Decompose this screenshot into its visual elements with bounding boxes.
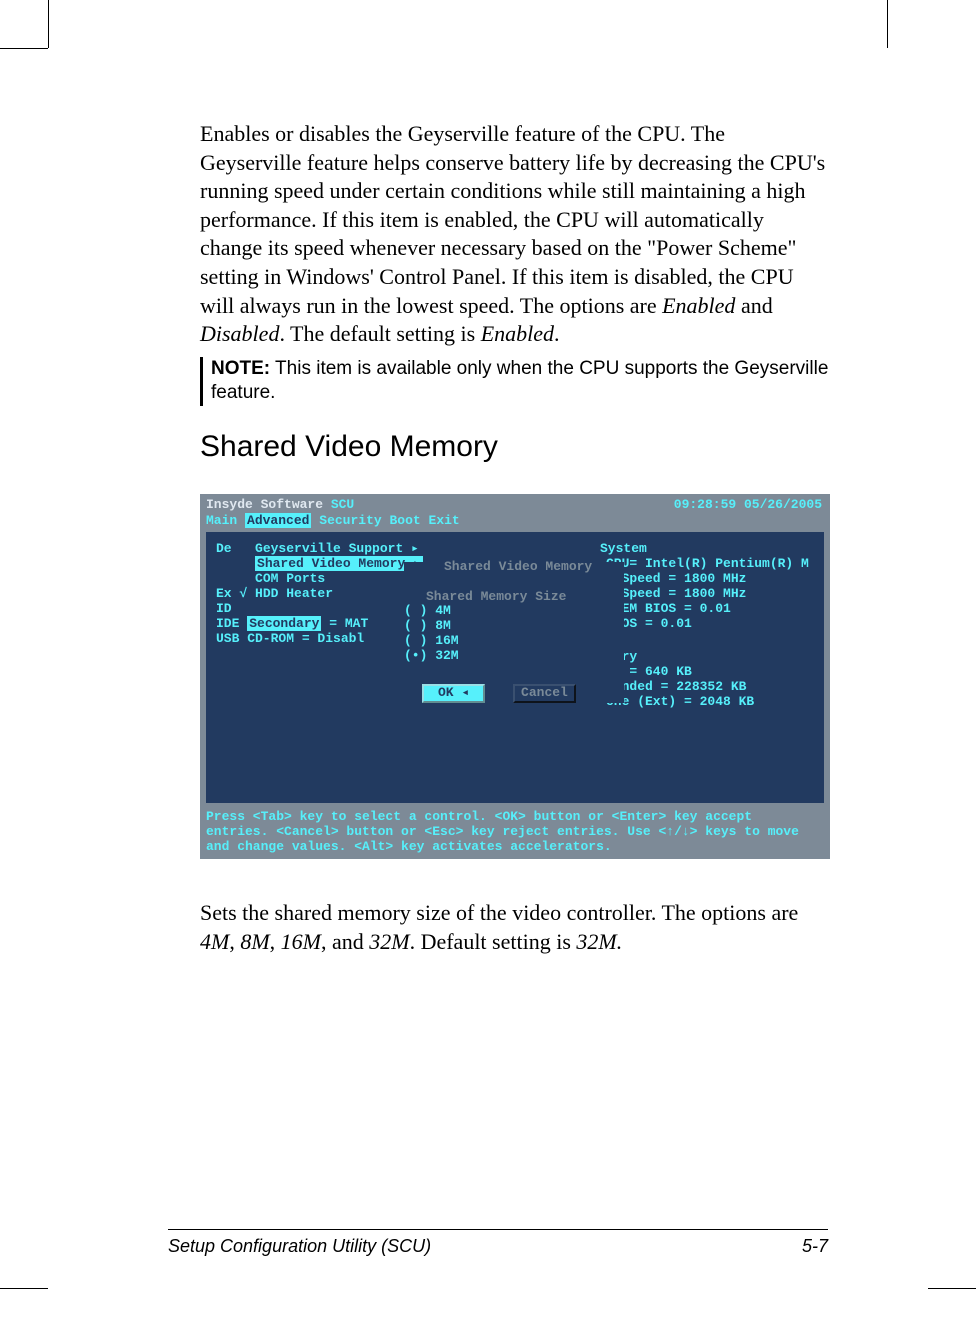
body-paragraph-2: Sets the shared memory size of the video… <box>200 899 830 956</box>
mem-base: se = 640 KB <box>606 665 816 680</box>
ok-button[interactable]: OK ◂ <box>422 684 485 703</box>
footer-rule <box>168 1229 828 1230</box>
menu-main[interactable]: Main <box>206 513 237 528</box>
note-label: NOTE: <box>211 358 270 379</box>
item-secondary[interactable]: Secondary <box>247 616 321 631</box>
item-usb-cdrom[interactable]: USB CD-ROM = Disabl <box>216 631 364 646</box>
sys-bios1: STEM BIOS = 0.01 <box>606 602 816 617</box>
cancel-button[interactable]: Cancel <box>513 684 576 703</box>
mem-ext: tended = 228352 KB <box>606 680 816 695</box>
sys-uspeed: U Speed = 1800 MHz <box>606 587 816 602</box>
menu-advanced[interactable]: Advanced <box>245 513 311 528</box>
popup-subtitle: Shared Memory Size <box>426 590 566 605</box>
option-16m[interactable]: ( ) 16M <box>404 634 624 649</box>
bios-help-text: Press <Tab> key to select a control. <OK… <box>206 810 824 855</box>
bios-title: Insyde Software SCU <box>206 498 354 511</box>
option-4m[interactable]: ( ) 4M <box>404 604 624 619</box>
option-8m[interactable]: ( ) 8M <box>404 619 624 634</box>
bios-clock: 09:28:59 05/26/2005 <box>674 498 822 511</box>
item-hdd-heater[interactable]: √ HDD Heater <box>239 586 333 601</box>
label: ID <box>216 601 232 616</box>
page-number: 5-7 <box>802 1236 828 1257</box>
bios-title-app: SCU <box>323 497 354 512</box>
em-8m: 8M <box>240 929 269 954</box>
note-box: NOTE: This item is available only when t… <box>200 357 830 406</box>
crop-mark <box>887 0 888 48</box>
text: , <box>229 929 240 954</box>
body-paragraph-1: Enables or disables the Geyserville feat… <box>200 120 830 349</box>
sys-cpu: CPU= Intel(R) Pentium(R) M <box>606 557 816 572</box>
em-disabled: Disabled <box>200 321 279 346</box>
em-enabled: Enabled <box>662 293 735 318</box>
footer-line-3: and change values. <Alt> key activates a… <box>206 840 824 855</box>
menu-security[interactable]: Security <box>319 513 381 528</box>
bios-system-panel: System CPU= Intel(R) Pentium(R) M X Spee… <box>606 542 816 632</box>
footer-line-2: entries. <Cancel> button or <Esc> key re… <box>206 825 824 840</box>
text: . The default setting is <box>279 321 480 346</box>
text: , and <box>321 929 369 954</box>
text: . Default setting is <box>410 929 577 954</box>
footer-line-1: Press <Tab> key to select a control. <OK… <box>206 810 824 825</box>
em-32m: 32M <box>369 929 409 954</box>
sys-title: System <box>600 542 816 557</box>
footer-title: Setup Configuration Utility (SCU) <box>168 1236 431 1257</box>
item-com-ports[interactable]: COM Ports <box>255 571 325 586</box>
em-16m: 16M <box>281 929 321 954</box>
label: De <box>216 541 232 556</box>
bios-left-list: De Geyserville Support ▸ Shared Video Me… <box>216 542 423 647</box>
label: Ex <box>216 586 232 601</box>
bios-title-brand: Insyde Software <box>206 497 323 512</box>
item-shared-video-memory[interactable]: Shared Video Memory ▸ <box>255 556 423 571</box>
note-text: This item is available only when the CPU… <box>211 358 828 404</box>
popup-title: Shared Video Memory <box>444 560 592 575</box>
text: . <box>554 321 560 346</box>
crop-mark <box>928 1288 976 1289</box>
menu-exit[interactable]: Exit <box>429 513 460 528</box>
page-footer: Setup Configuration Utility (SCU) 5-7 <box>168 1229 828 1257</box>
em-4m: 4M <box>200 929 229 954</box>
em-32m: 32M. <box>576 929 622 954</box>
mem-cache: che (Ext) = 2048 KB <box>606 695 816 710</box>
option-32m[interactable]: (•) 32M <box>404 649 624 664</box>
mem-title: mory <box>606 650 816 665</box>
text: Enables or disables the Geyserville feat… <box>200 121 825 318</box>
bios-menubar: Main Advanced Security Boot Exit <box>206 514 460 527</box>
heading-shared-video-memory: Shared Video Memory <box>200 430 830 464</box>
label: = MAT <box>329 616 368 631</box>
crop-mark <box>48 0 49 48</box>
bios-main-area: De Geyserville Support ▸ Shared Video Me… <box>206 532 824 803</box>
crop-mark <box>0 48 48 49</box>
text: and <box>735 293 772 318</box>
sys-xspeed: X Speed = 1800 MHz <box>606 572 816 587</box>
crop-mark <box>0 1288 48 1289</box>
em-enabled: Enabled <box>481 321 554 346</box>
bios-popup: Shared Video Memory Shared Memory Size (… <box>404 562 624 703</box>
bios-memory-panel: mory se = 640 KB tended = 228352 KB che … <box>606 650 816 710</box>
label: IDE <box>216 616 239 631</box>
item-geyserville[interactable]: Geyserville Support ▸ <box>255 541 419 556</box>
bios-screenshot: Insyde Software SCU 09:28:59 05/26/2005 … <box>200 494 830 859</box>
menu-boot[interactable]: Boot <box>390 513 421 528</box>
text: , <box>270 929 281 954</box>
sys-bios2: BIOS = 0.01 <box>606 617 816 632</box>
text: Sets the shared memory size of the video… <box>200 900 798 925</box>
